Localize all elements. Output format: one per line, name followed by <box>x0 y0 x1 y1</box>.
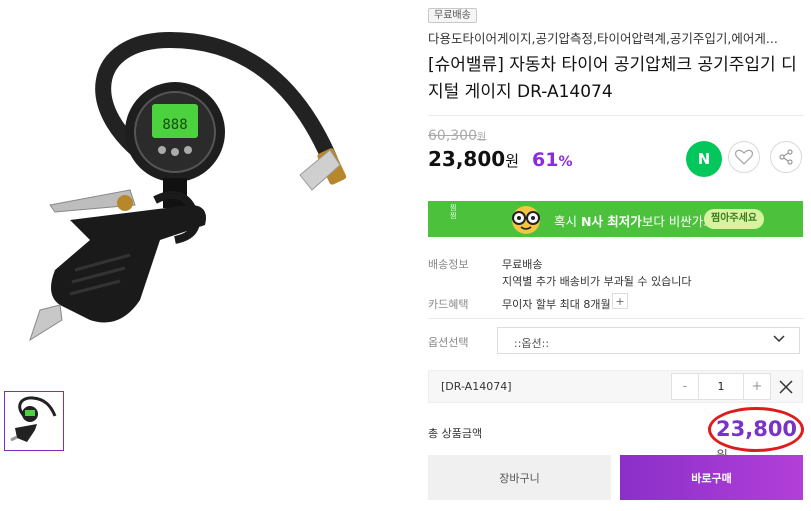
main-product-image[interactable]: 888 <box>0 0 410 380</box>
like-button[interactable] <box>728 141 760 173</box>
original-price: 60,300원 <box>428 128 486 144</box>
thumbnail-inflator-image <box>10 396 57 442</box>
option-label: 옵션선택 <box>428 336 469 349</box>
card-benefit-value: 무이자 할부 최대 8개월 <box>502 298 611 311</box>
banner-msg-prefix: 혹시 <box>554 214 581 229</box>
lowest-price-banner[interactable]: 찜 찜 혹시 N사 최저가보다 비싼가요? 찜아주세요 <box>428 201 803 237</box>
quantity-input[interactable]: 1 <box>699 373 743 400</box>
thumbnail-image[interactable] <box>4 391 64 451</box>
share-icon <box>779 149 793 165</box>
product-title: [슈어밸류] 자동차 타이어 공기압체크 공기주입기 디지털 게이지 DR-A1… <box>428 55 797 102</box>
quantity-decrease-button[interactable]: - <box>671 373 699 400</box>
buy-now-button[interactable]: 바로구매 <box>620 455 803 500</box>
quantity-increase-button[interactable]: + <box>743 373 771 400</box>
free-shipping-badge: 무료배송 <box>428 8 477 23</box>
discount-number: 61 <box>532 149 559 171</box>
glasses-mascot-icon <box>512 206 540 234</box>
divider <box>428 115 804 116</box>
shipping-note: 지역별 추가 배송비가 부과될 수 있습니다 <box>502 275 692 288</box>
option-select[interactable]: ::옵션:: <box>497 327 800 354</box>
total-price-label: 총 상품금액 <box>428 427 483 440</box>
selected-option-name: [DR-A14074] <box>441 380 512 393</box>
product-keywords: 다용도타이어게이지,공기압측정,타이어압력계,공기주입기,에어게... <box>428 31 778 46</box>
add-to-cart-button[interactable]: 장바구니 <box>428 455 611 500</box>
selected-option-row: [DR-A14074] - 1 + <box>428 370 803 403</box>
close-icon[interactable] <box>777 378 795 396</box>
svg-text:888: 888 <box>162 117 187 133</box>
banner-message: 혹시 N사 최저가보다 비싼가요? <box>554 211 721 230</box>
naver-n-button[interactable]: N <box>686 141 722 177</box>
discount-rate: 61% <box>532 149 572 171</box>
highlight-circle <box>708 407 804 452</box>
option-select-value: ::옵션:: <box>514 337 550 350</box>
divider <box>428 318 804 319</box>
sale-price: 23,800원 <box>428 147 519 171</box>
shipping-label: 배송정보 <box>428 258 469 271</box>
card-benefit-label: 카드혜택 <box>428 298 469 311</box>
banner-side-text: 찜 찜 <box>450 204 457 220</box>
shipping-value: 무료배송 <box>502 258 543 271</box>
heart-icon <box>735 149 753 165</box>
original-price-won: 원 <box>477 132 487 143</box>
share-button[interactable] <box>770 141 802 173</box>
sale-price-value: 23,800 <box>428 147 506 171</box>
banner-action-button[interactable]: 찜아주세요 <box>704 209 764 229</box>
tire-inflator-image: 888 <box>29 31 347 342</box>
product-info-panel: 무료배송 다용도타이어게이지,공기압측정,타이어압력계,공기주입기,에어게...… <box>428 0 804 511</box>
sale-price-won: 원 <box>505 152 519 170</box>
card-benefit-expand-button[interactable]: + <box>612 293 628 309</box>
banner-msg-bold: N사 최저가 <box>580 214 642 229</box>
chevron-down-icon <box>773 335 785 343</box>
original-price-value: 60,300 <box>428 128 477 144</box>
discount-percent-sign: % <box>558 154 573 170</box>
